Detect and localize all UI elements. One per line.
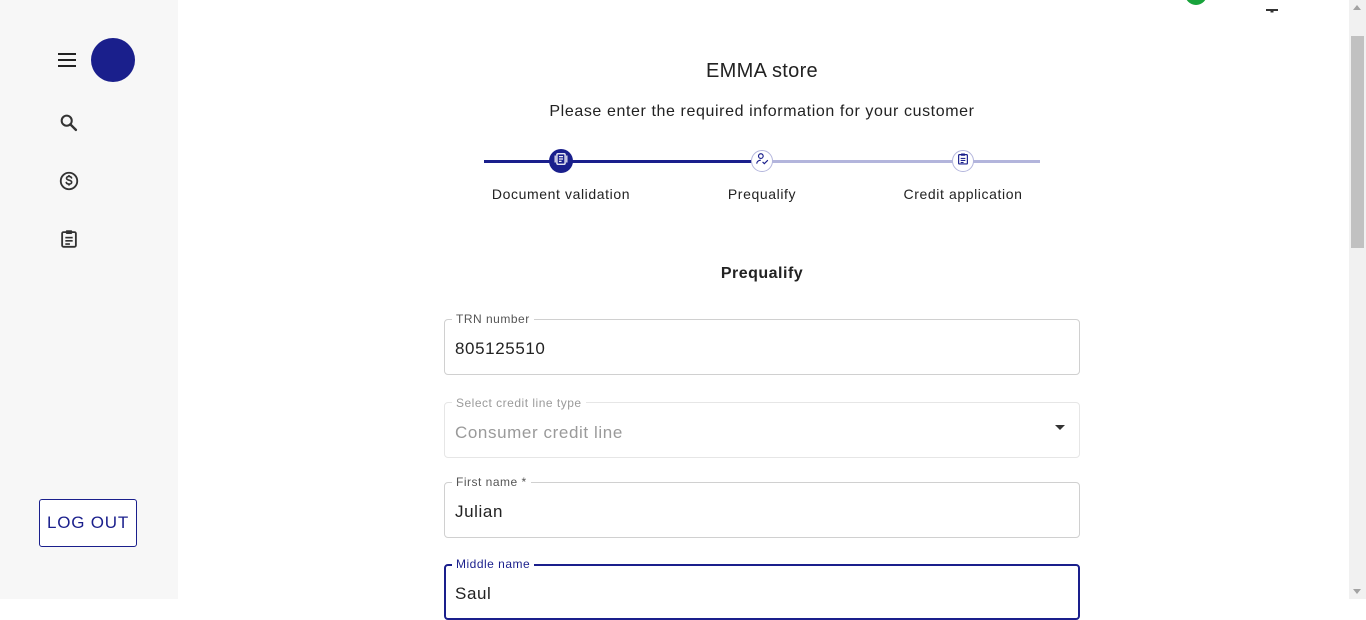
credit-line-type-select[interactable]: Select credit line type Consumer credit …	[444, 396, 1080, 458]
step-credit-application-node[interactable]	[952, 150, 974, 172]
credit-line-type-value: Consumer credit line	[455, 423, 623, 442]
first-name-label: First name *	[452, 475, 531, 489]
stepper-track-completed	[484, 160, 752, 163]
person-check-icon	[755, 152, 769, 171]
page-scrollbar[interactable]	[1349, 0, 1366, 599]
middle-name-label: Middle name	[452, 557, 535, 571]
progress-stepper: Document validation Prequalify Credit ap…	[484, 146, 1040, 206]
page-subtitle: Please enter the required information fo…	[549, 103, 975, 120]
scroll-up-arrow-icon[interactable]	[1353, 5, 1361, 10]
bell-icon[interactable]	[1263, 0, 1281, 13]
first-name-field[interactable]: First name *	[444, 475, 1080, 538]
dollar-circle-icon[interactable]	[58, 170, 80, 192]
step-label-document-validation[interactable]: Document validation	[492, 186, 630, 202]
credit-line-type-label: Select credit line type	[452, 396, 586, 410]
logout-button[interactable]: LOG OUT	[39, 499, 137, 547]
clipboard-icon	[956, 152, 970, 171]
step-label-credit-application[interactable]: Credit application	[904, 186, 1023, 202]
first-name-input[interactable]	[455, 502, 1055, 522]
middle-name-input[interactable]	[455, 584, 1055, 604]
trn-number-input[interactable]	[455, 339, 1055, 359]
step-prequalify-node[interactable]	[751, 150, 773, 172]
chevron-down-icon[interactable]	[1055, 425, 1065, 430]
scroll-thumb[interactable]	[1351, 36, 1364, 248]
status-indicator[interactable]	[1185, 0, 1207, 5]
trn-number-field[interactable]: TRN number	[444, 312, 1080, 375]
clipboard-icon[interactable]	[58, 228, 80, 250]
stepper-track-pending	[762, 160, 1040, 163]
sidebar: LOG OUT	[0, 0, 178, 599]
scroll-down-arrow-icon[interactable]	[1353, 589, 1361, 594]
document-icon	[554, 152, 568, 171]
section-title: Prequalify	[720, 265, 804, 282]
middle-name-field[interactable]: Middle name	[444, 557, 1080, 620]
store-title: EMMA store	[706, 60, 818, 82]
trn-number-label: TRN number	[452, 312, 534, 326]
step-document-validation-node[interactable]	[549, 149, 573, 173]
step-label-prequalify[interactable]: Prequalify	[728, 186, 796, 202]
